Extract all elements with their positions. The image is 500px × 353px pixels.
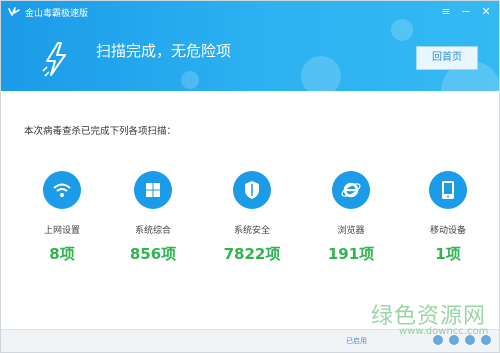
minimize-button[interactable]: − [459,4,473,20]
header-banner: 金山毒霸极速版 ≡ − ✕ 扫描完成，无危险项 回首页 [1,1,499,91]
scan-item-system: 系统综合 856项 [113,171,193,264]
app-logo-icon [8,7,20,16]
footer-status-text: 已启用 [346,337,367,345]
menu-button[interactable]: ≡ [439,4,453,20]
scan-item-count: 8项 [49,245,75,263]
scan-item-label: 上网设置 [43,226,80,236]
mobile-icon [429,171,467,209]
scan-item-browser: 浏览器 191项 [311,171,391,264]
scan-summary-text: 本次病毒查杀已完成下列各项扫描： [24,126,177,137]
scan-item-network: 上网设置 8项 [22,171,102,264]
app-title: 金山毒霸极速版 [25,9,89,19]
app-window: 金山毒霸极速版 ≡ − ✕ 扫描完成，无危险项 回首页 本次病毒查杀已完成下列各… [0,0,500,353]
scan-item-label: 浏览器 [337,226,365,236]
scan-item-label: 系统综合 [134,226,171,236]
watermark-url: www.downcc.com [399,326,489,337]
decor-bubble [301,56,341,91]
decor-bubble [181,71,199,89]
scan-item-security: 系统安全 7822项 [212,171,292,264]
back-home-button[interactable]: 回首页 [416,46,478,70]
scan-item-count: 856项 [129,245,177,263]
ie-browser-icon [332,171,370,209]
scan-item-label: 移动设备 [429,226,466,236]
window-controls: ≡ − ✕ [439,4,493,20]
scan-item-count: 191项 [327,245,375,263]
scan-items: 上网设置 8项 系统综合 856项 系统安全 7822项 浏览器 191项 移动… [1,171,499,271]
scan-item-mobile: 移动设备 1项 [408,171,488,264]
scan-result-message: 扫描完成，无危险项 [96,42,232,60]
wifi-icon [43,171,81,209]
close-button[interactable]: ✕ [479,4,493,20]
windows-icon [134,171,172,209]
scan-item-label: 系统安全 [233,226,270,236]
title-bar: 金山毒霸极速版 ≡ − ✕ [1,1,499,25]
shield-icon [233,171,271,209]
scan-item-count: 7822项 [223,245,281,263]
scan-item-count: 1项 [435,245,461,263]
lightning-icon [42,42,66,77]
